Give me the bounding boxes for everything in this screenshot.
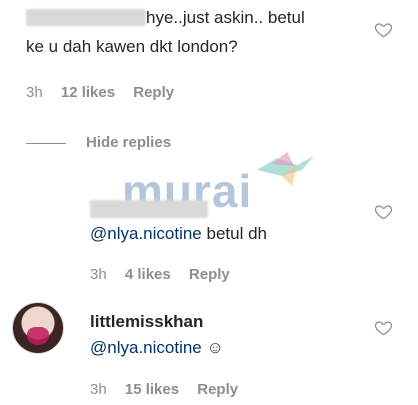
reply-text: @nlya.nicotine betul dh xyxy=(90,222,267,245)
username[interactable]: littlemisskhan xyxy=(90,310,203,333)
reply-body: ☺ xyxy=(201,338,224,357)
likes-count[interactable]: 15 likes xyxy=(125,381,179,398)
hide-replies-button[interactable]: Hide replies xyxy=(86,134,171,151)
hide-replies-label[interactable]: Hide replies xyxy=(86,134,171,151)
comment-meta: 3h 12 likes Reply xyxy=(26,84,174,101)
like-heart-icon[interactable] xyxy=(374,318,393,337)
reply-button[interactable]: Reply xyxy=(189,266,230,283)
timestamp: 3h xyxy=(90,266,107,283)
reply-meta: 3h 4 likes Reply xyxy=(90,266,230,283)
like-heart-icon[interactable] xyxy=(374,202,393,221)
mention-link[interactable]: @nlya.nicotine xyxy=(90,338,202,357)
reply-button[interactable]: Reply xyxy=(133,84,174,101)
mention-link[interactable]: @nlya.nicotine xyxy=(90,224,202,243)
likes-count[interactable]: 4 likes xyxy=(125,266,171,283)
redacted-username xyxy=(26,9,146,26)
reply-text: @nlya.nicotine ☺ xyxy=(90,336,224,359)
hummingbird-logo-icon xyxy=(257,152,314,186)
likes-count[interactable]: 12 likes xyxy=(61,84,115,101)
reply-meta: 3h 15 likes Reply xyxy=(90,381,238,398)
timestamp: 3h xyxy=(90,381,107,398)
timestamp: 3h xyxy=(26,84,43,101)
comment-text-line2: ke u dah kawen dkt london? xyxy=(26,37,238,56)
redacted-username xyxy=(90,200,208,218)
reply-body: betul dh xyxy=(201,224,267,243)
like-heart-icon[interactable] xyxy=(374,20,393,39)
comment-text-line1: hye..just askin.. betul xyxy=(146,8,305,27)
reply-button[interactable]: Reply xyxy=(197,381,238,398)
hide-replies-line xyxy=(26,143,66,144)
avatar[interactable] xyxy=(12,302,64,354)
